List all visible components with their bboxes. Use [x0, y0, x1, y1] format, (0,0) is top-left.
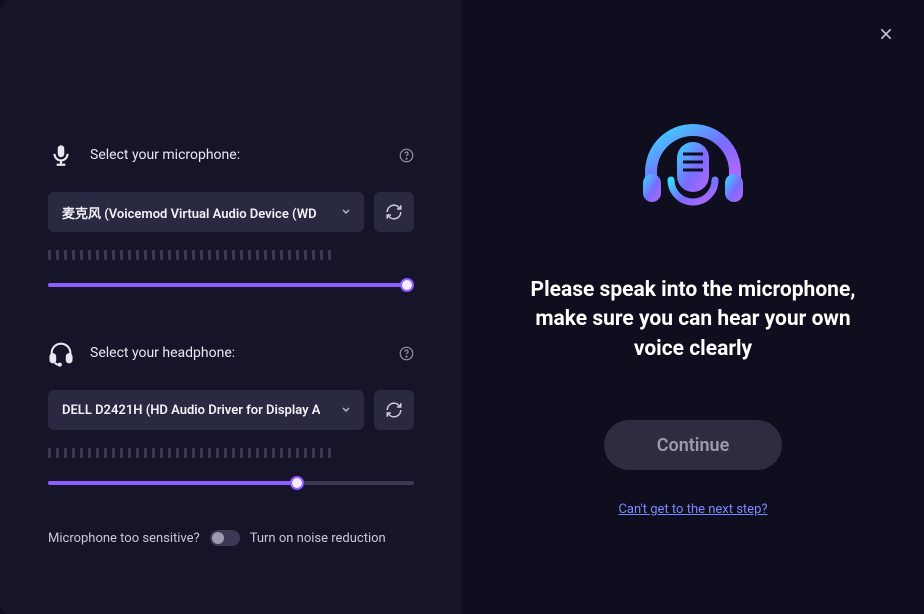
headphone-section: Select your headphone: DELL D2421H (HD A… — [48, 338, 414, 490]
instruction-panel: Please speak into the microphone, make s… — [462, 0, 924, 614]
microphone-selected: 麦克风 (Voicemod Virtual Audio Device (WD — [62, 203, 317, 222]
continue-label: Continue — [657, 435, 730, 456]
instruction-text: Please speak into the microphone, make s… — [512, 276, 874, 364]
chevron-down-icon — [340, 203, 352, 222]
headphone-label: Select your headphone: — [90, 345, 235, 361]
headphone-dropdown[interactable]: DELL D2421H (HD Audio Driver for Display… — [48, 390, 364, 430]
help-icon[interactable] — [398, 345, 414, 361]
microphone-slider-fill — [48, 283, 407, 287]
headphone-header: Select your headphone: — [48, 338, 414, 368]
settings-panel: Select your microphone: 麦克风 (Voicemod Vi… — [0, 0, 462, 614]
microphone-header: Select your microphone: — [48, 140, 414, 170]
microphone-label: Select your microphone: — [90, 147, 240, 163]
chevron-down-icon — [340, 401, 352, 420]
microphone-slider-thumb — [400, 278, 414, 292]
microphone-volume-slider[interactable] — [48, 278, 414, 292]
microphone-headphone-hero-icon — [623, 102, 763, 242]
headphone-volume-slider[interactable] — [48, 476, 414, 490]
microphone-dropdown[interactable]: 麦克风 (Voicemod Virtual Audio Device (WD — [48, 192, 364, 232]
headphone-slider-fill — [48, 481, 297, 485]
headphone-icon — [46, 338, 76, 368]
toggle-thumb — [212, 532, 224, 544]
microphone-refresh-button[interactable] — [374, 192, 414, 232]
help-icon[interactable] — [398, 147, 414, 163]
microphone-icon — [46, 140, 76, 170]
headphone-level-meter — [48, 448, 414, 458]
headphone-refresh-button[interactable] — [374, 390, 414, 430]
microphone-level-meter — [48, 250, 414, 260]
close-button[interactable] — [874, 22, 898, 46]
microphone-section: Select your microphone: 麦克风 (Voicemod Vi… — [48, 140, 414, 292]
continue-button[interactable]: Continue — [604, 420, 782, 470]
microphone-row: 麦克风 (Voicemod Virtual Audio Device (WD — [48, 192, 414, 232]
headphone-selected: DELL D2421H (HD Audio Driver for Display… — [62, 403, 320, 418]
noise-reduction-toggle[interactable] — [210, 530, 240, 546]
headphone-slider-thumb — [290, 476, 304, 490]
headphone-row: DELL D2421H (HD Audio Driver for Display… — [48, 390, 414, 430]
help-link[interactable]: Can't get to the next step? — [618, 502, 767, 517]
noise-reduction-row: Microphone too sensitive? Turn on noise … — [48, 530, 414, 546]
noise-action-label: Turn on noise reduction — [250, 531, 386, 546]
noise-question: Microphone too sensitive? — [48, 531, 200, 546]
